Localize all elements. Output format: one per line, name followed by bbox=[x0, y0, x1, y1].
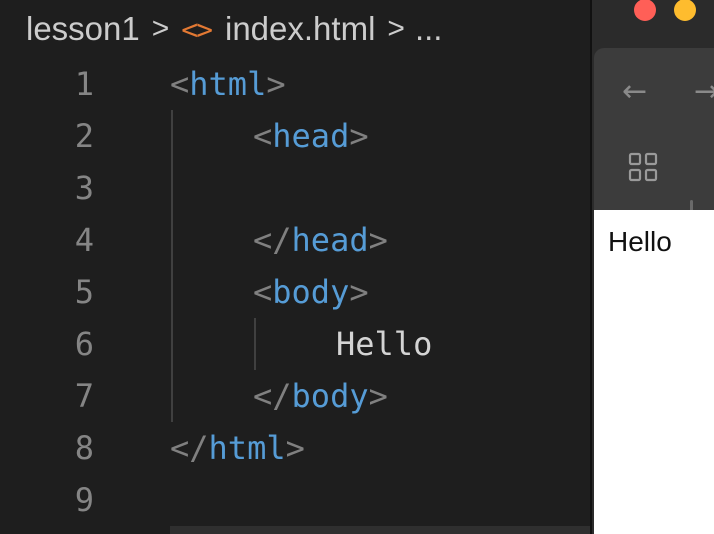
angle-bracket: < bbox=[253, 273, 273, 311]
line-code: </head> bbox=[253, 214, 388, 266]
angle-bracket: > bbox=[349, 273, 369, 311]
line-code: <head> bbox=[253, 110, 369, 162]
tag-name: head bbox=[272, 117, 350, 155]
angle-bracket: </ bbox=[253, 221, 292, 259]
line-code: </html> bbox=[170, 422, 305, 474]
html-file-icon: <> bbox=[181, 12, 213, 46]
close-window-button[interactable] bbox=[634, 0, 656, 21]
browser-toolbar: ← → bbox=[594, 48, 714, 232]
line-number: 7 bbox=[74, 377, 94, 415]
line-code: Hello bbox=[336, 318, 432, 370]
line-number: 8 bbox=[74, 429, 94, 467]
grid-icon[interactable] bbox=[628, 152, 658, 187]
line-code: <html> bbox=[170, 58, 286, 110]
breadcrumb-separator: > bbox=[387, 12, 405, 45]
breadcrumb-file[interactable]: index.html bbox=[225, 10, 375, 48]
line-number: 4 bbox=[74, 221, 94, 259]
angle-bracket: > bbox=[266, 65, 286, 103]
angle-bracket: < bbox=[253, 117, 273, 155]
angle-bracket: </ bbox=[170, 429, 209, 467]
code-line[interactable]: 7 </body> bbox=[0, 370, 590, 422]
tag-name: body bbox=[291, 377, 369, 415]
breadcrumb-folder[interactable]: lesson1 bbox=[26, 10, 140, 48]
indent-guide bbox=[171, 110, 173, 422]
line-number: 9 bbox=[74, 481, 94, 519]
code-line[interactable]: 4 </head> bbox=[0, 214, 590, 266]
code-editor[interactable]: lesson1 > <> index.html > ... 1 <html> 2 <h… bbox=[0, 0, 590, 534]
horizontal-scrollbar[interactable] bbox=[170, 526, 590, 534]
indent-guide bbox=[254, 318, 256, 370]
browser-preview: ← → Hello bbox=[590, 0, 714, 534]
code-line[interactable]: 5 <body> bbox=[0, 266, 590, 318]
breadcrumb: lesson1 > <> index.html > ... bbox=[26, 0, 442, 58]
line-code: </body> bbox=[253, 370, 388, 422]
angle-bracket: > bbox=[368, 221, 388, 259]
line-number: 5 bbox=[74, 273, 94, 311]
code-line[interactable]: 9 bbox=[0, 474, 590, 526]
minimize-window-button[interactable] bbox=[674, 0, 696, 21]
line-code: <body> bbox=[253, 266, 369, 318]
code-line[interactable]: 6 Hello bbox=[0, 318, 590, 370]
tag-name: html bbox=[189, 65, 267, 103]
angle-bracket: < bbox=[170, 65, 190, 103]
line-number: 6 bbox=[74, 325, 94, 363]
browser-viewport[interactable]: Hello bbox=[594, 210, 714, 534]
tag-name: html bbox=[208, 429, 286, 467]
text-content: Hello bbox=[336, 325, 433, 363]
angle-bracket: > bbox=[368, 377, 388, 415]
line-number: 1 bbox=[74, 65, 94, 103]
breadcrumb-ellipsis[interactable]: ... bbox=[415, 10, 443, 48]
angle-bracket: > bbox=[349, 117, 369, 155]
angle-bracket: > bbox=[285, 429, 305, 467]
line-number: 2 bbox=[74, 117, 94, 155]
angle-bracket: </ bbox=[253, 377, 292, 415]
forward-arrow-icon[interactable]: → bbox=[694, 74, 714, 109]
page-text: Hello bbox=[608, 226, 672, 257]
tag-name: body bbox=[272, 273, 350, 311]
code-line[interactable]: 2 <head> bbox=[0, 110, 590, 162]
code-line[interactable]: 3 bbox=[0, 162, 590, 214]
tag-name: head bbox=[291, 221, 369, 259]
breadcrumb-separator: > bbox=[151, 12, 170, 45]
code-line[interactable]: 8 </html> bbox=[0, 422, 590, 474]
line-number: 3 bbox=[74, 169, 94, 207]
code-line[interactable]: 1 <html> bbox=[0, 58, 590, 110]
back-arrow-icon[interactable]: ← bbox=[622, 74, 647, 109]
